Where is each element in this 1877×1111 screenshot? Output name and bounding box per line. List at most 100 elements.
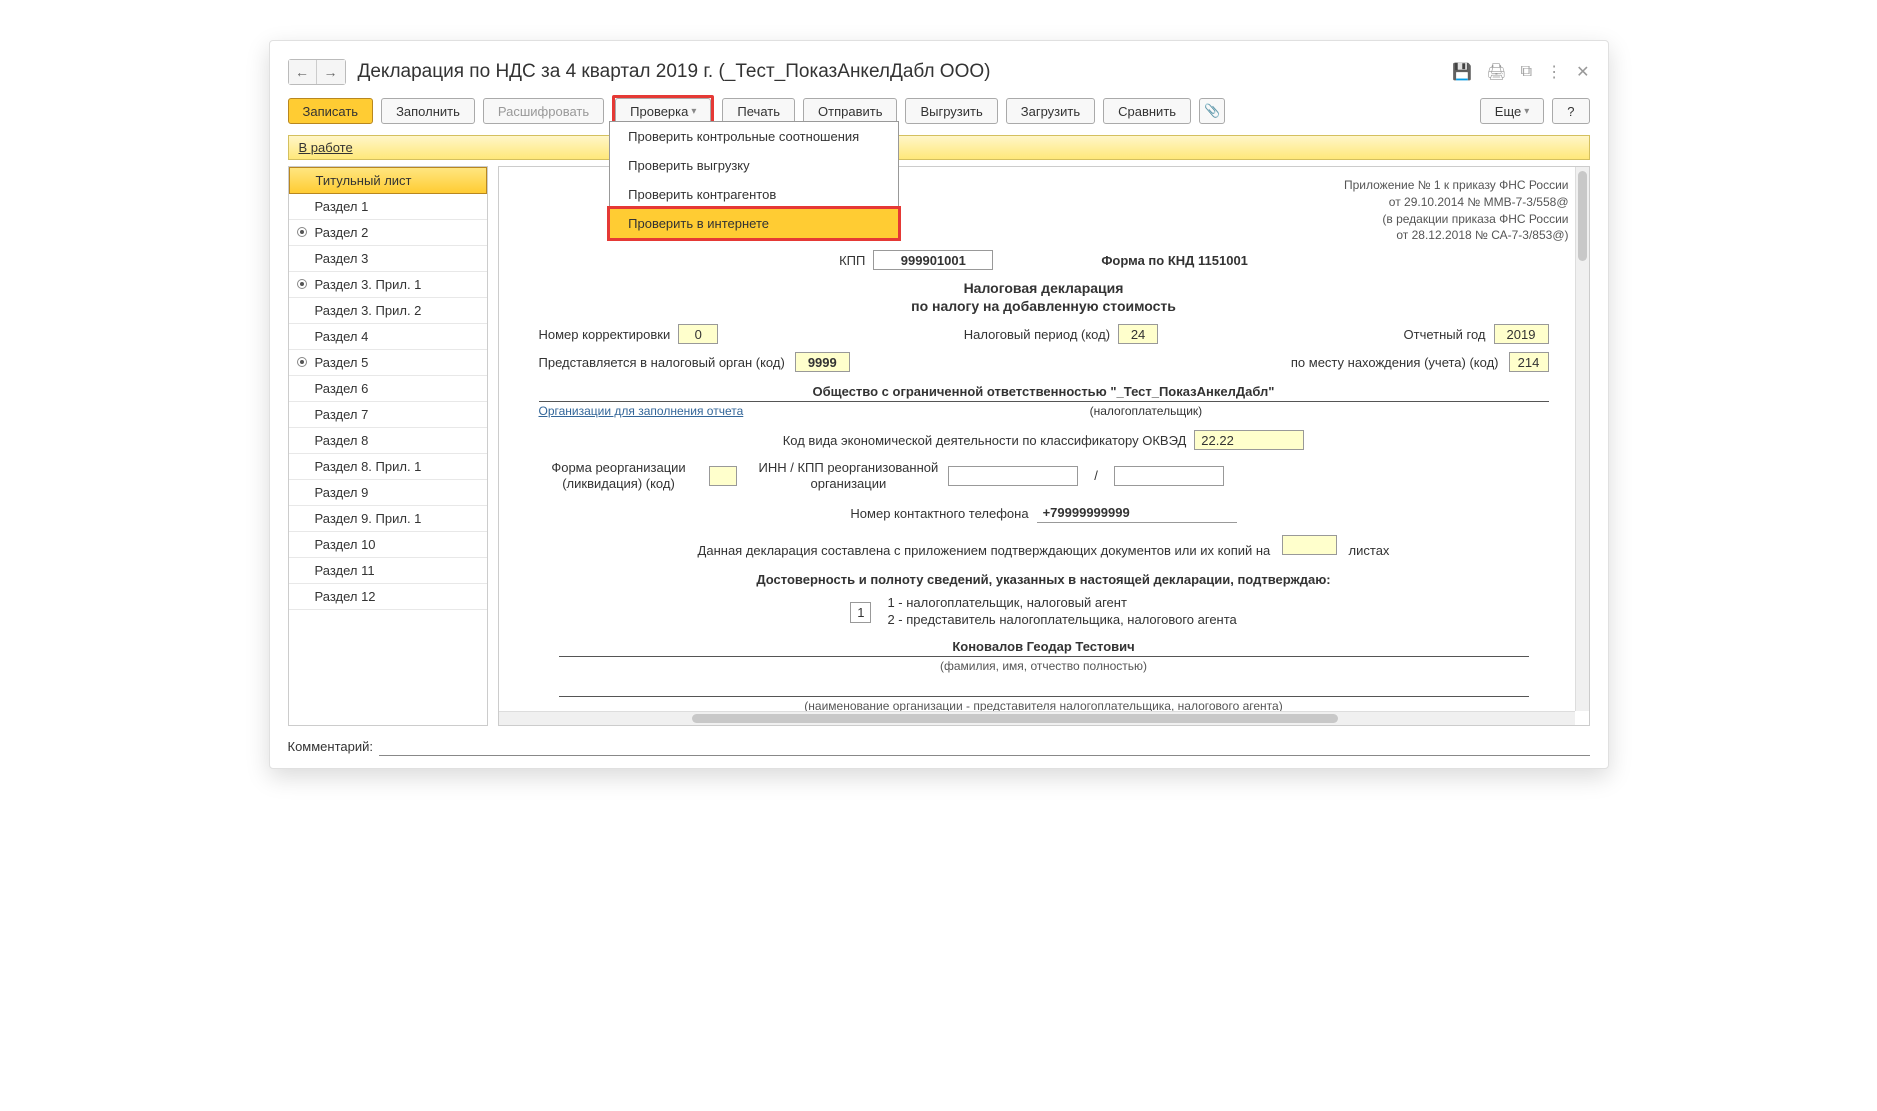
confirm-num[interactable]: 1 [850,602,871,623]
reorg-field[interactable] [709,466,737,486]
zapolnit-button[interactable]: Заполнить [381,98,475,124]
print-icon[interactable]: 🖨 [1486,62,1506,82]
okved-field[interactable]: 22.22 [1194,430,1304,450]
status-link[interactable]: В работе [299,140,353,155]
sidebar-item-16[interactable]: Раздел 12 [289,584,487,610]
sidebar-item-5[interactable]: Раздел 3. Прил. 2 [289,298,487,324]
rasshifrovat-button[interactable]: Расшифровать [483,98,604,124]
kpp-reorg-field[interactable] [1114,466,1224,486]
sidebar-item-label: Раздел 3. Прил. 1 [315,277,422,292]
phone-field[interactable]: +79999999999 [1037,503,1237,523]
submit-label: Представляется в налоговый орган (код) [539,355,785,370]
sidebar-item-label: Раздел 6 [315,381,369,396]
dd-check-export[interactable]: Проверить выгрузку [610,151,898,180]
doc-subtitle: по налогу на добавленную стоимость [519,298,1569,314]
sidebar-item-15[interactable]: Раздел 11 [289,558,487,584]
corr-field[interactable]: 0 [678,324,718,344]
radio-icon [297,279,307,289]
reorg-label: Форма реорганизации(ликвидация) (код) [539,460,699,491]
nav-back[interactable]: ← [289,60,317,84]
confirm-title: Достоверность и полноту сведений, указан… [539,572,1549,587]
dd-check-counterparties[interactable]: Проверить контрагентов [610,180,898,209]
horizontal-scrollbar[interactable] [499,711,1575,725]
sidebar-item-6[interactable]: Раздел 4 [289,324,487,350]
sidebar-item-label: Раздел 3 [315,251,369,266]
sidebar-item-2[interactable]: Раздел 2 [289,220,487,246]
sheets-text1: Данная декларация составлена с приложени… [698,543,1271,558]
org-hint: (налогоплательщик) [1090,404,1203,418]
attach-button[interactable]: 📎 [1199,98,1225,124]
sidebar-item-8[interactable]: Раздел 6 [289,376,487,402]
sidebar-item-label: Раздел 7 [315,407,369,422]
sidebar-item-13[interactable]: Раздел 9. Прил. 1 [289,506,487,532]
sidebar-item-label: Раздел 12 [315,589,376,604]
kpp-field[interactable]: 999901001 [873,250,993,270]
sidebar-item-12[interactable]: Раздел 9 [289,480,487,506]
comment-input[interactable] [379,736,1590,756]
repr-name-line[interactable] [559,683,1529,697]
phone-label: Номер контактного телефона [850,506,1028,521]
inn-reorg-field[interactable] [948,466,1078,486]
zagruzit-button[interactable]: Загрузить [1006,98,1095,124]
comment-label: Комментарий: [288,739,374,754]
sidebar-item-label: Раздел 9 [315,485,369,500]
sidebar-item-label: Раздел 8. Прил. 1 [315,459,422,474]
sheets-text2: листах [1349,543,1390,558]
sidebar-item-label: Раздел 10 [315,537,376,552]
sidebar-item-14[interactable]: Раздел 10 [289,532,487,558]
nav-forward[interactable]: → [317,60,345,84]
period-label: Налоговый период (код) [964,327,1110,342]
place-field[interactable]: 214 [1509,352,1549,372]
sidebar-item-4[interactable]: Раздел 3. Прил. 1 [289,272,487,298]
sidebar-item-label: Раздел 1 [315,199,369,214]
more-icon[interactable]: ⋮ [1546,62,1562,82]
sidebar-item-label: Раздел 3. Прил. 2 [315,303,422,318]
sidebar-item-label: Раздел 9. Прил. 1 [315,511,422,526]
sidebar-item-0[interactable]: Титульный лист [289,167,487,194]
eshche-button[interactable]: Еще [1480,98,1544,124]
kpp-label: КПП [839,253,865,268]
knd-label: Форма по КНД 1151001 [1101,253,1248,268]
sheets-field[interactable] [1282,535,1337,555]
dd-check-internet[interactable]: Проверить в интернете [607,206,901,241]
person-name: Коновалов Геодар Тестович [559,639,1529,657]
repr-hint: (наименование организации - представител… [519,699,1569,711]
close-icon[interactable]: ✕ [1576,62,1589,82]
innkpp-label: ИНН / КПП реорганизованнойорганизации [759,460,939,491]
sidebar-item-3[interactable]: Раздел 3 [289,246,487,272]
sidebar-item-label: Раздел 2 [315,225,369,240]
year-label: Отчетный год [1404,327,1486,342]
sidebar-item-label: Раздел 5 [315,355,369,370]
page-title: Декларация по НДС за 4 квартал 2019 г. (… [358,61,991,83]
sidebar-item-label: Раздел 11 [315,563,375,578]
preview-icon[interactable]: ⧉ [1521,63,1532,81]
help-button[interactable]: ? [1552,98,1589,124]
sidebar-item-11[interactable]: Раздел 8. Прил. 1 [289,454,487,480]
radio-icon [297,227,307,237]
zapisat-button[interactable]: Записать [288,98,374,124]
radio-icon [297,357,307,367]
sidebar-item-9[interactable]: Раздел 7 [289,402,487,428]
org-link[interactable]: Организации для заполнения отчета [539,404,744,418]
vertical-scrollbar[interactable] [1575,167,1589,711]
place-label: по месту нахождения (учета) (код) [1291,355,1499,370]
status-bar: В работе [288,135,1590,160]
period-field[interactable]: 24 [1118,324,1158,344]
dd-check-ratios[interactable]: Проверить контрольные соотношения [610,122,898,151]
sravnit-button[interactable]: Сравнить [1103,98,1191,124]
sidebar-item-1[interactable]: Раздел 1 [289,194,487,220]
corr-label: Номер корректировки [539,327,671,342]
save-icon[interactable]: 💾 [1452,62,1472,82]
sidebar-item-label: Раздел 4 [315,329,369,344]
year-field[interactable]: 2019 [1494,324,1549,344]
doc-title: Налоговая декларация [519,280,1569,296]
sidebar-item-10[interactable]: Раздел 8 [289,428,487,454]
sidebar-item-label: Титульный лист [316,173,412,188]
vygruzit-button[interactable]: Выгрузить [905,98,997,124]
content: Приложение № 1 к приказу ФНС России от 2… [498,166,1590,726]
proverka-dropdown: Проверить контрольные соотношения Провер… [609,121,899,239]
sidebar: Титульный лист Раздел 1 Раздел 2 Раздел 3 Ра… [288,166,488,726]
sidebar-item-label: Раздел 8 [315,433,369,448]
submit-field[interactable]: 9999 [795,352,850,372]
sidebar-item-7[interactable]: Раздел 5 [289,350,487,376]
